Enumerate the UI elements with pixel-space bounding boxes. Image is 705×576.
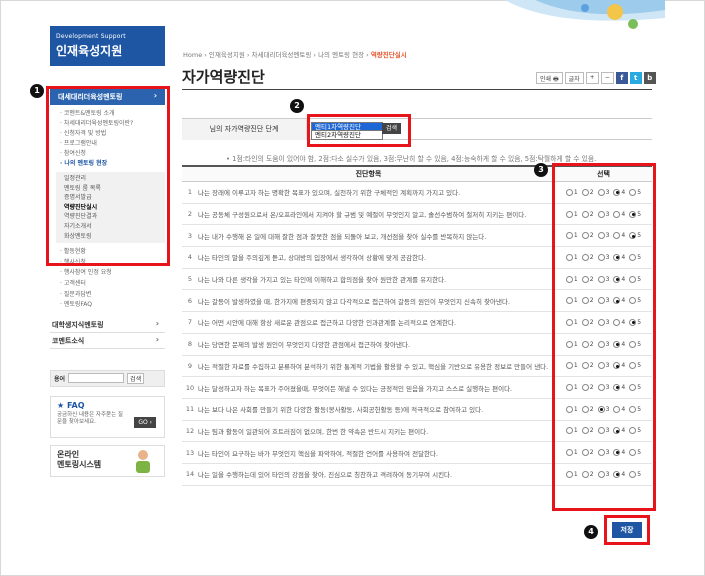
breadcrumb: Home › 인재육성지원 › 차세대리더육성멘토링 › 나의 멘토링 현장 ›…: [183, 49, 407, 59]
callout-badge-4: 4: [584, 525, 598, 539]
highlight-box-step: [307, 114, 411, 147]
search-button[interactable]: 검색: [127, 372, 145, 384]
twitter-icon[interactable]: t: [629, 72, 642, 84]
row-number: 12: [185, 426, 195, 435]
star-icon: ★: [57, 400, 65, 410]
row-question: 나는 내가 수행해 온 일에 대해 잘한 점과 잘못한 점을 되돌아 보고, 개…: [198, 232, 487, 241]
page-tools: 인쇄 🖶 글자 + − f t b: [536, 72, 656, 84]
sidebar-subitem-bottom-4[interactable]: · 질문과답변: [60, 290, 165, 301]
highlight-box-save: [604, 515, 650, 545]
sidebar-subitem-bottom-2[interactable]: · 행사참여 인정 요청: [60, 268, 165, 279]
row-question: 나는 타인이 요구하는 바가 무엇인지 핵심을 파악하여, 적절한 언어를 사용…: [198, 449, 439, 458]
row-number: 8: [187, 340, 193, 349]
sidebar-search: 용어 검색: [50, 369, 165, 387]
row-number: 10: [185, 383, 195, 392]
highlight-box-choices: [552, 163, 656, 511]
blog-icon[interactable]: b: [643, 72, 656, 84]
row-question: 나는 일을 수행하는데 있어 타인의 강점을 찾아, 진심으로 칭찬하고 격려하…: [198, 471, 453, 480]
highlight-box-sidebar: [46, 86, 170, 266]
row-number: 13: [185, 448, 195, 457]
facebook-icon[interactable]: f: [615, 72, 628, 84]
search-input[interactable]: [68, 373, 125, 384]
sidebar-item-label: 코멘트소식: [52, 336, 85, 345]
row-question: 나는 달성하고자 하는 목표가 주어졌을때, 무엇이든 해낼 수 있다는 긍정적…: [198, 384, 513, 393]
row-question: 나는 어떤 시안에 대해 항상 새로운 관점으로 접근하고 다양한 인과관계를 …: [198, 319, 457, 328]
row-number: 9: [187, 361, 193, 370]
header-decoration: [505, 0, 665, 29]
sidebar-menu: 대학생지식멘토링 › 코멘트소식 ›: [50, 317, 165, 349]
sidebar-item-news[interactable]: 코멘트소식 ›: [50, 333, 165, 349]
row-question: 나는 갈등이 발생하였을 때, 한가지에 편중되지 않고 다각적으로 접근하여 …: [198, 297, 511, 306]
sidebar-subitem-bottom-5[interactable]: · 멘토링FAQ: [60, 300, 165, 311]
step-selector-row: 님의 자가역량진단 단계: [182, 118, 652, 140]
row-question: 나는 공동체 구성원으로서 온/오프라인에서 지켜야 할 규범 및 예절이 무엇…: [198, 211, 527, 220]
online-mentoring-banner[interactable]: 온라인 멘토링시스템: [50, 444, 165, 477]
row-number: 11: [185, 405, 195, 414]
callout-badge-3: 3: [534, 163, 548, 177]
title-divider: [182, 89, 652, 90]
callout-badge-2: 2: [290, 99, 304, 113]
callout-badge-1: 1: [30, 84, 44, 98]
search-label: 용어: [54, 375, 66, 383]
row-number: 3: [187, 231, 193, 240]
print-label: 인쇄: [540, 76, 552, 83]
row-question: 나는 당면한 문제의 발생 원인이 무엇인지 다양한 관점에서 접근하여 찾아낸…: [198, 341, 411, 350]
faq-go-label: GO: [138, 418, 148, 426]
score-legend: • 1점:타인의 도움이 있어야 함, 2점:다소 실수가 있음, 3점:무난히…: [226, 155, 597, 163]
row-number: 2: [187, 210, 193, 219]
row-number: 1: [187, 188, 193, 197]
faq-description: 궁금하신 내용은 자주묻는 질문을 찾아보세요.: [57, 411, 123, 425]
row-number: 7: [187, 318, 193, 327]
breadcrumb-path: Home › 인재육성지원 › 차세대리더육성멘토링 › 나의 멘토링 현장 ›: [183, 51, 369, 59]
chevron-right-icon: ›: [155, 318, 159, 328]
column-header-item: 진단항목: [355, 170, 382, 178]
faq-banner[interactable]: ★ FAQ 궁금하신 내용은 자주묻는 질문을 찾아보세요. GO ›: [50, 395, 165, 438]
faq-title-text: FAQ: [66, 400, 85, 410]
page-title: 자가역량진단: [182, 68, 265, 86]
breadcrumb-current: 역량진단실시: [370, 51, 407, 59]
chevron-right-icon: ›: [155, 334, 159, 344]
row-number: 6: [187, 296, 193, 305]
row-question: 나는 보다 나은 사회를 만들기 위한 다양한 활동(봉사활동, 사회공헌활동 …: [198, 406, 484, 415]
row-number: 5: [187, 275, 193, 284]
faq-title: ★ FAQ: [57, 401, 158, 410]
row-question: 나는 팀과 활동이 일관되어 흐트러짐이 없으며, 한번 한 약속은 반드시 지…: [198, 427, 429, 436]
person-illustration-icon: [136, 449, 150, 473]
font-decrease-button[interactable]: −: [600, 72, 614, 84]
font-size-label: 글자: [564, 72, 584, 84]
step-label: 님의 자가역량진단 단계: [182, 119, 307, 140]
banner-subtitle: Development Support: [56, 33, 126, 40]
sidebar-item-knowledge-mentoring[interactable]: 대학생지식멘토링 ›: [50, 317, 165, 333]
print-button[interactable]: 인쇄 🖶: [536, 72, 563, 84]
faq-go-button[interactable]: GO ›: [134, 416, 156, 428]
sidebar-banner: Development Support 인재육성지원: [50, 26, 165, 66]
row-question: 나는 적절한 자료를 수집하고 분류하여 분석하기 위한 통계적 기법을 활용할…: [198, 362, 549, 371]
banner-title: 인재육성지원: [56, 44, 123, 58]
row-number: 4: [187, 253, 193, 262]
row-question: 나는 타인의 말을 주의깊게 듣고, 상대방의 입장에서 생각하여 상황에 맞게…: [198, 254, 427, 263]
font-increase-button[interactable]: +: [585, 72, 599, 84]
sidebar-item-label: 대학생지식멘토링: [52, 320, 104, 329]
row-number: 14: [185, 470, 195, 479]
row-question: 나는 나와 다른 생각을 가지고 있는 타인에 이해하고 합의점을 찾아 원만한…: [198, 276, 447, 285]
sidebar-subitem-bottom-3[interactable]: · 고객센터: [60, 279, 165, 290]
row-question: 나는 장래에 이루고자 하는 명확한 목표가 있으며, 실천하기 위한 구체적인…: [198, 189, 461, 198]
